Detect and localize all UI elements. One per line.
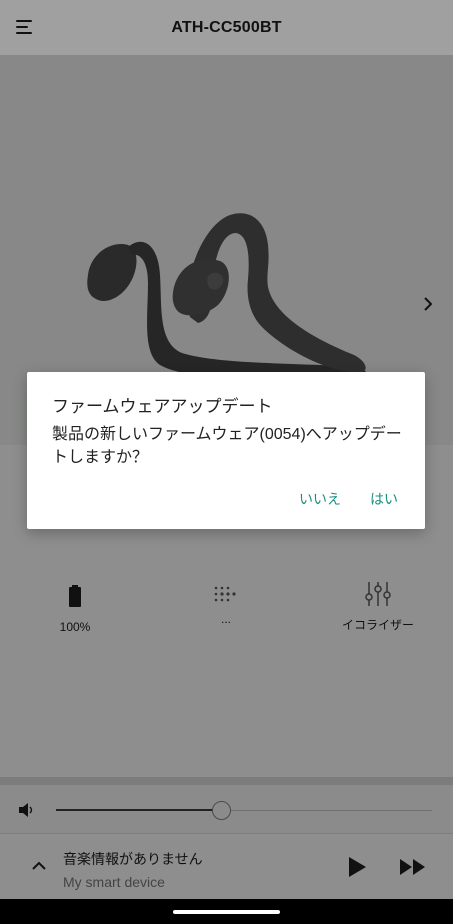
no-button[interactable]: いいえ	[299, 489, 341, 509]
hamburger-menu-icon[interactable]	[14, 17, 36, 37]
track-title: 音楽情報がありません	[63, 851, 203, 867]
dots-grid-icon	[214, 586, 236, 602]
firmware-update-dialog: ファームウェアアップデート 製品の新しいファームウェア(0054)へアップデート…	[27, 372, 425, 529]
volume-control	[0, 785, 453, 833]
home-indicator[interactable]	[173, 910, 280, 914]
battery-stat: 100%	[44, 585, 106, 634]
equalizer-sliders-icon	[365, 582, 391, 606]
app-header: ATH-CC500BT	[0, 0, 453, 55]
dialog-message: 製品の新しいファームウェア(0054)へアップデートしますか？	[52, 426, 402, 466]
sound-mode-label: ...	[220, 612, 231, 626]
system-nav-bar	[0, 899, 453, 924]
dialog-title: ファームウェアアップデート	[52, 397, 273, 416]
yes-button[interactable]: はい	[370, 489, 398, 509]
volume-thumb[interactable]	[211, 801, 231, 820]
product-image	[87, 213, 370, 386]
chevron-right-icon[interactable]	[418, 293, 438, 315]
mini-player[interactable]: 音楽情報がありません My smart device	[0, 833, 453, 899]
speaker-icon	[19, 803, 33, 817]
equalizer-label: イコライザー	[341, 618, 414, 632]
fast-forward-icon[interactable]	[399, 858, 427, 876]
equalizer-stat[interactable]: イコライザー	[338, 581, 418, 633]
chevron-up-icon[interactable]	[30, 860, 48, 872]
battery-icon	[69, 585, 81, 607]
play-icon[interactable]	[346, 856, 368, 878]
track-source: My smart device	[63, 874, 165, 890]
volume-fill	[56, 809, 222, 811]
page-title: ATH-CC500BT	[171, 18, 282, 36]
section-divider	[0, 777, 453, 785]
sound-mode-stat[interactable]: ...	[196, 585, 256, 626]
battery-label: 100%	[59, 620, 91, 634]
